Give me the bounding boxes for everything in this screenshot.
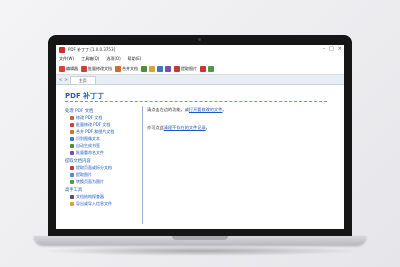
sidebar-item-label: 识别图像文本 bbox=[76, 136, 100, 141]
brand-title: PDF 补丁丁 bbox=[65, 92, 105, 100]
rename-icon bbox=[70, 151, 74, 155]
menu-file[interactable]: 文件(W) bbox=[59, 56, 74, 62]
sidebar-item-auto-bookmark[interactable]: 自动生成书签 bbox=[70, 143, 145, 149]
extract-images-button[interactable]: 提取图片 bbox=[174, 65, 197, 72]
toolbar-icon-group bbox=[141, 65, 171, 72]
toolbar: 编辑器 批量修改文档 合并文档 提取图片 bbox=[56, 63, 344, 75]
sidebar-item-label: 自动生成书签 bbox=[76, 143, 100, 148]
welcome-message: 请点击左边的功能，或打开要修改的文件。 bbox=[147, 107, 227, 113]
section-advanced: 高手工具 bbox=[65, 188, 83, 193]
folder-icon[interactable] bbox=[149, 65, 155, 72]
tab-prev-button[interactable]: < bbox=[59, 76, 62, 84]
toolbar-icon-group-2 bbox=[200, 65, 214, 72]
tab-next-button[interactable]: > bbox=[64, 76, 67, 84]
sidebar-item-extract-images[interactable]: 提取图片 bbox=[70, 172, 145, 178]
merge-icon bbox=[115, 65, 121, 72]
sidebar-item-render-pages[interactable]: 转换页面为图片 bbox=[70, 179, 145, 185]
sidebar-item-label: 文档结构探查器 bbox=[76, 194, 104, 199]
merge-button-label: 合并文档 bbox=[122, 65, 138, 71]
section-extract: 提取文档内容 bbox=[65, 159, 91, 164]
cleanup-text-end: 。 bbox=[205, 125, 210, 130]
bookmark-icon bbox=[70, 144, 74, 148]
sidebar-item-label: 转换页面为图片 bbox=[76, 179, 104, 184]
window-controls: – □ × bbox=[323, 46, 342, 52]
welcome-text-end: 。 bbox=[222, 107, 227, 112]
merge-button[interactable]: 合并文档 bbox=[115, 65, 138, 72]
sidebar-item-label: 导出或导入信息文件 bbox=[76, 201, 112, 206]
menu-options[interactable]: 选项(O) bbox=[106, 56, 120, 62]
sidebar-item-batch-modify[interactable]: 批量修改 PDF 文档 bbox=[70, 122, 145, 128]
sidebar-item-info-file[interactable]: 导出或导入信息文件 bbox=[70, 201, 145, 207]
sidebar: 处理 PDF 文档 修改 PDF 文档 批量修改 PDF 文档 合并 PDF 和… bbox=[65, 106, 145, 208]
render-pages-icon bbox=[70, 180, 74, 184]
merge-icon bbox=[70, 130, 74, 134]
info-file-icon bbox=[70, 202, 74, 206]
sidebar-divider bbox=[142, 106, 143, 224]
batch-modify-label: 批量修改文档 bbox=[88, 65, 112, 71]
cleanup-text: 亦可点此 bbox=[147, 125, 164, 130]
sidebar-item-inspector[interactable]: 文档结构探查器 bbox=[70, 194, 145, 200]
app-logo-icon bbox=[59, 47, 65, 53]
home-page: PDF 补丁丁 处理 PDF 文档 修改 PDF 文档 批量修改 PDF 文档 … bbox=[56, 84, 344, 229]
cleanup-message: 亦可点此清理不存在的文件记录。 bbox=[147, 125, 210, 131]
sidebar-item-label: 合并 PDF 和图片文档 bbox=[76, 129, 115, 134]
maximize-button[interactable]: □ bbox=[329, 46, 334, 52]
tab-home[interactable]: 主页 bbox=[69, 76, 96, 84]
rename-icon[interactable] bbox=[165, 65, 171, 72]
sidebar-item-label: 批量修改 PDF 文档 bbox=[76, 122, 111, 127]
laptop-shadow bbox=[40, 246, 360, 256]
sidebar-item-label: 提取页面或拆分文档 bbox=[76, 165, 112, 170]
sidebar-item-label: 批量重命名文件 bbox=[76, 150, 104, 155]
convert-icon[interactable] bbox=[208, 65, 214, 72]
batch-modify-button[interactable]: 批量修改文档 bbox=[81, 65, 112, 72]
bookmark-icon[interactable] bbox=[141, 65, 147, 72]
ocr-icon bbox=[70, 137, 74, 141]
sidebar-item-ocr[interactable]: 识别图像文本 bbox=[70, 136, 145, 142]
clean-records-link[interactable]: 清理不存在的文件记录 bbox=[164, 125, 206, 130]
menu-help[interactable]: 帮助(E) bbox=[128, 56, 142, 62]
open-file-link[interactable]: 打开要修改的文件 bbox=[189, 107, 223, 112]
extract-images-icon bbox=[174, 65, 180, 72]
inspector-icon bbox=[70, 195, 74, 199]
app-window: PDF 补丁丁 [1.0.0.3753] – □ × 文件(W) 工具箱(Q) … bbox=[56, 45, 344, 229]
window-title: PDF 补丁丁 [1.0.0.3753] bbox=[68, 47, 116, 52]
editor-icon bbox=[59, 65, 65, 72]
brand-divider bbox=[65, 101, 327, 102]
menu-bar: 文件(W) 工具箱(Q) 选项(O) 帮助(E) bbox=[56, 55, 344, 63]
camera-icon bbox=[198, 38, 201, 41]
batch-modify-icon bbox=[70, 123, 74, 127]
extract-pages-icon bbox=[70, 166, 74, 170]
modify-pdf-icon bbox=[70, 116, 74, 120]
extract-images-label: 提取图片 bbox=[181, 65, 197, 71]
editor-button[interactable]: 编辑器 bbox=[59, 65, 78, 72]
menu-toolbox[interactable]: 工具箱(Q) bbox=[81, 56, 99, 62]
sidebar-item-modify-pdf[interactable]: 修改 PDF 文档 bbox=[70, 115, 145, 121]
sidebar-item-rename[interactable]: 批量重命名文件 bbox=[70, 150, 145, 156]
sidebar-item-label: 修改 PDF 文档 bbox=[76, 115, 103, 120]
sidebar-item-extract-pages[interactable]: 提取页面或拆分文档 bbox=[70, 165, 145, 171]
welcome-text: 请点击左边的功能，或 bbox=[147, 107, 189, 112]
title-bar: PDF 补丁丁 [1.0.0.3753] – □ × bbox=[56, 45, 344, 55]
close-button[interactable]: × bbox=[338, 46, 342, 52]
export-icon[interactable] bbox=[200, 65, 206, 72]
batch-modify-icon bbox=[81, 65, 87, 72]
editor-button-label: 编辑器 bbox=[66, 65, 78, 71]
laptop-notch bbox=[172, 236, 228, 240]
minimize-button[interactable]: – bbox=[323, 46, 326, 52]
section-process-pdf: 处理 PDF 文档 bbox=[65, 109, 94, 114]
sidebar-item-label: 提取图片 bbox=[76, 172, 92, 177]
sidebar-item-merge[interactable]: 合并 PDF 和图片文档 bbox=[70, 129, 145, 135]
ocr-icon[interactable] bbox=[157, 65, 163, 72]
extract-images-icon bbox=[70, 173, 74, 177]
